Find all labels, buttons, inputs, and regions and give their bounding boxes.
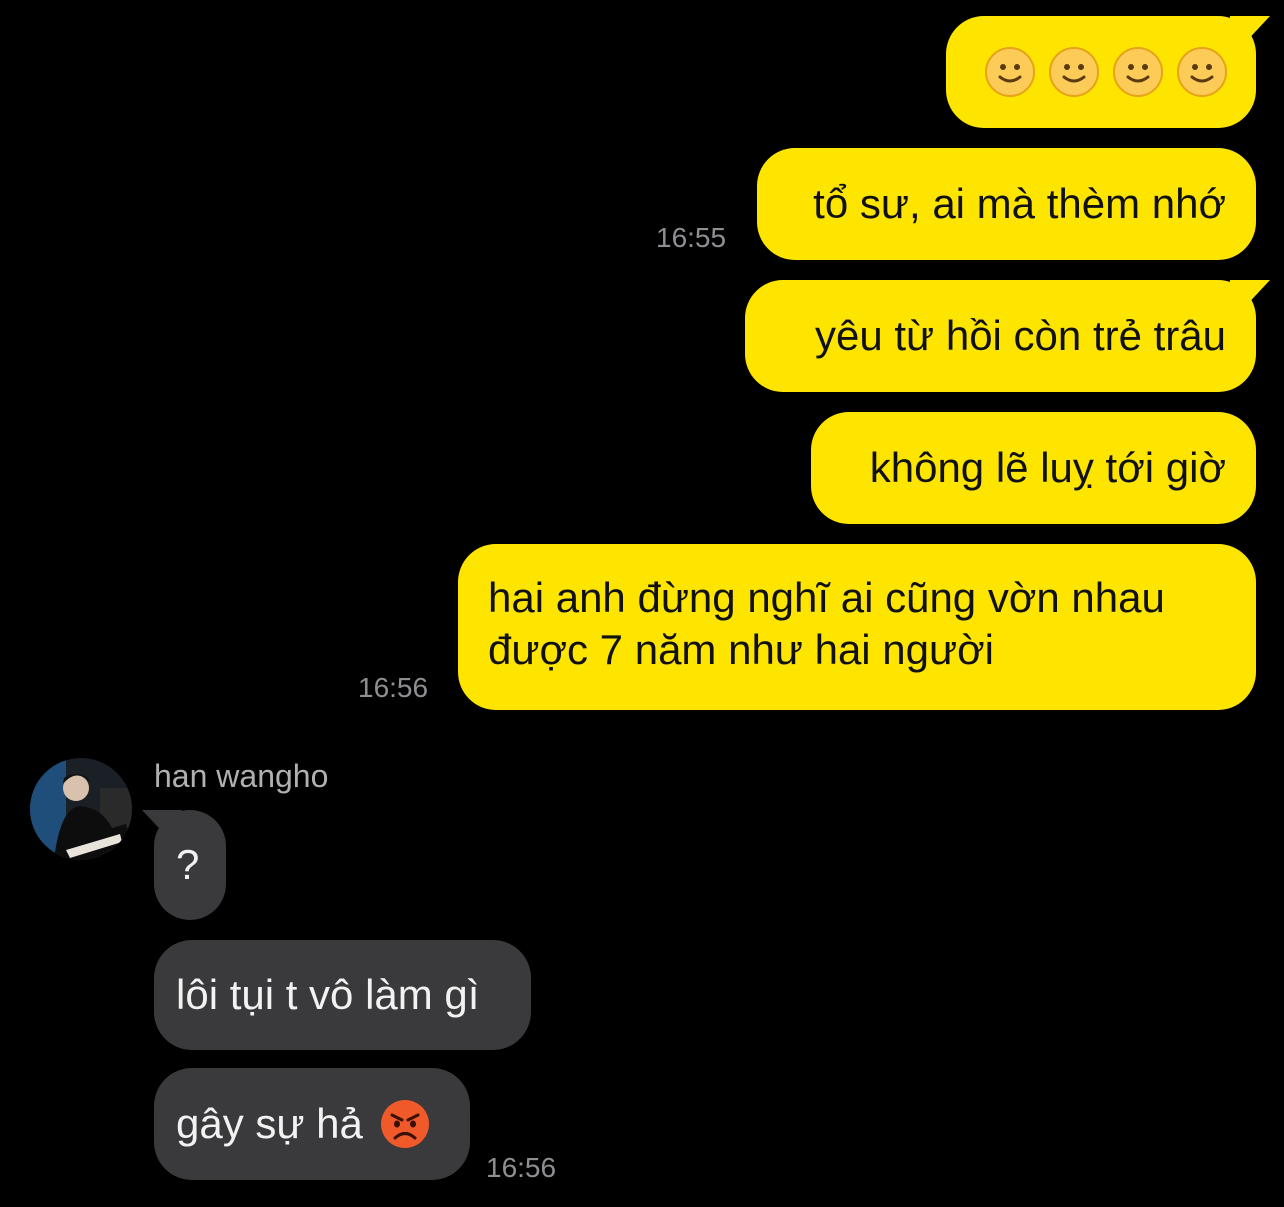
message-text: không lẽ luỵ tới giờ bbox=[869, 444, 1226, 491]
message-text: ? bbox=[176, 841, 200, 888]
message-text-line-1: hai anh đừng nghĩ ai cũng vờn nhau bbox=[488, 574, 1165, 621]
slightly-smiling-face-icon bbox=[1113, 47, 1163, 97]
sender-avatar[interactable] bbox=[30, 758, 132, 860]
message-text: lôi tụi t vô làm gì bbox=[176, 971, 480, 1018]
message-text: gây sự hả bbox=[176, 1100, 363, 1147]
angry-face-icon bbox=[380, 1100, 429, 1148]
incoming-message[interactable]: gây sự hả bbox=[154, 1068, 470, 1180]
outgoing-message[interactable]: không lẽ luỵ tới giờ bbox=[811, 412, 1256, 524]
message-text: tổ sư, ai mà thèm nhớ bbox=[813, 180, 1226, 227]
slightly-smiling-face-icon bbox=[1177, 47, 1227, 97]
slightly-smiling-face-icon bbox=[985, 47, 1035, 97]
avatar-photo bbox=[30, 758, 132, 860]
message-timestamp: 16:56 bbox=[358, 672, 429, 703]
outgoing-message[interactable]: yêu từ hồi còn trẻ trâu bbox=[745, 280, 1256, 392]
message-timestamp: 16:55 bbox=[656, 222, 727, 253]
message-timestamp: 16:56 bbox=[486, 1152, 557, 1183]
message-text: yêu từ hồi còn trẻ trâu bbox=[815, 312, 1226, 359]
slightly-smiling-face-icon bbox=[1049, 47, 1099, 97]
sender-name: han wangho bbox=[154, 758, 329, 794]
outgoing-message-emoji[interactable]: 🙂🙂🙂🙂 bbox=[946, 16, 1256, 128]
incoming-message[interactable]: lôi tụi t vô làm gì bbox=[154, 940, 531, 1050]
incoming-message[interactable]: ? bbox=[154, 810, 226, 920]
outgoing-message[interactable]: hai anh đừng nghĩ ai cũng vờn nhau được … bbox=[458, 544, 1256, 710]
outgoing-message[interactable]: tổ sư, ai mà thèm nhớ bbox=[757, 148, 1256, 260]
message-text-line-2: được 7 năm như hai người bbox=[488, 626, 995, 673]
